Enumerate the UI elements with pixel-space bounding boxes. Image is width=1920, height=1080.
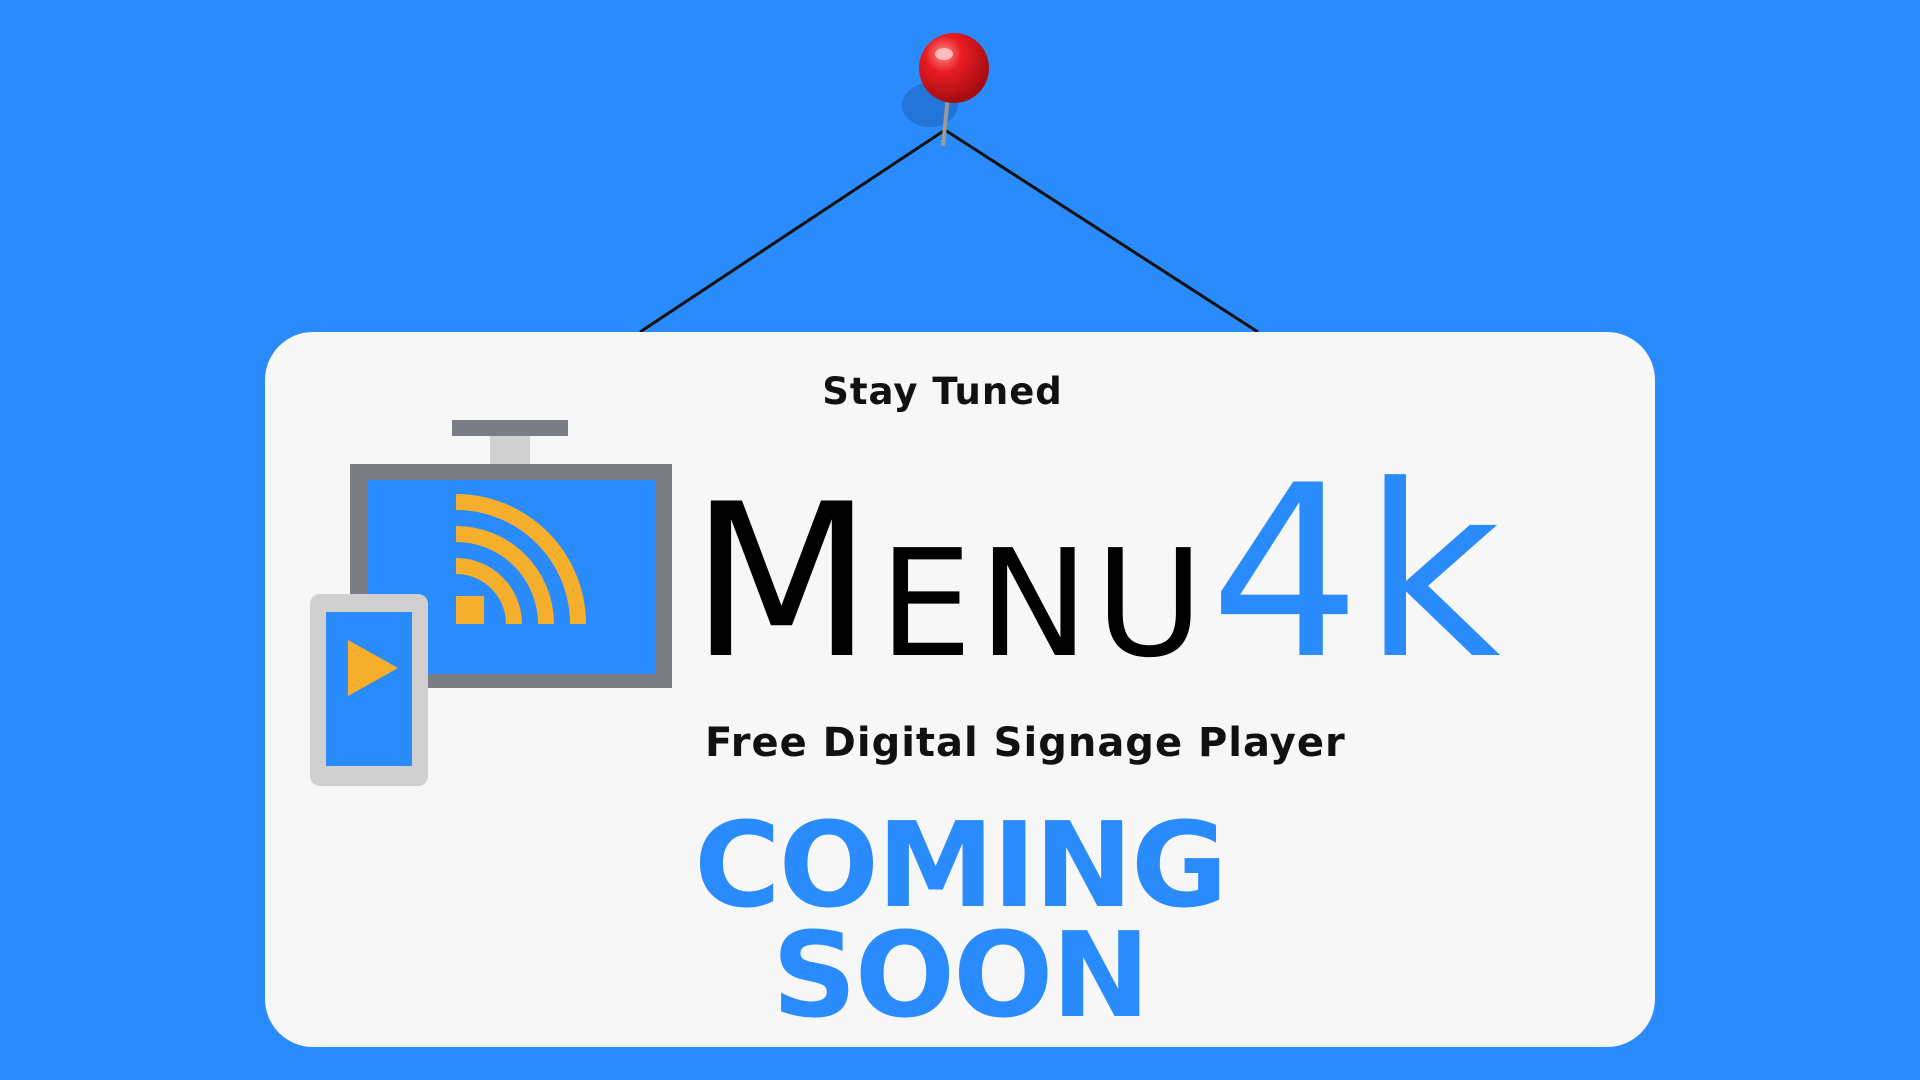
tv-cast-phone-play-icon bbox=[310, 420, 672, 786]
brand-name-menu: Menu bbox=[690, 458, 1210, 705]
red-pushpin-icon bbox=[919, 33, 989, 103]
headline-text: Stay Tuned bbox=[822, 370, 1063, 413]
tagline-text: Free Digital Signage Player bbox=[705, 720, 1346, 766]
coming-soon-line-2: SOON bbox=[771, 906, 1150, 1044]
brand-logo-text: Menu4k bbox=[690, 455, 1503, 695]
brand-name-4k: 4k bbox=[1209, 435, 1503, 712]
